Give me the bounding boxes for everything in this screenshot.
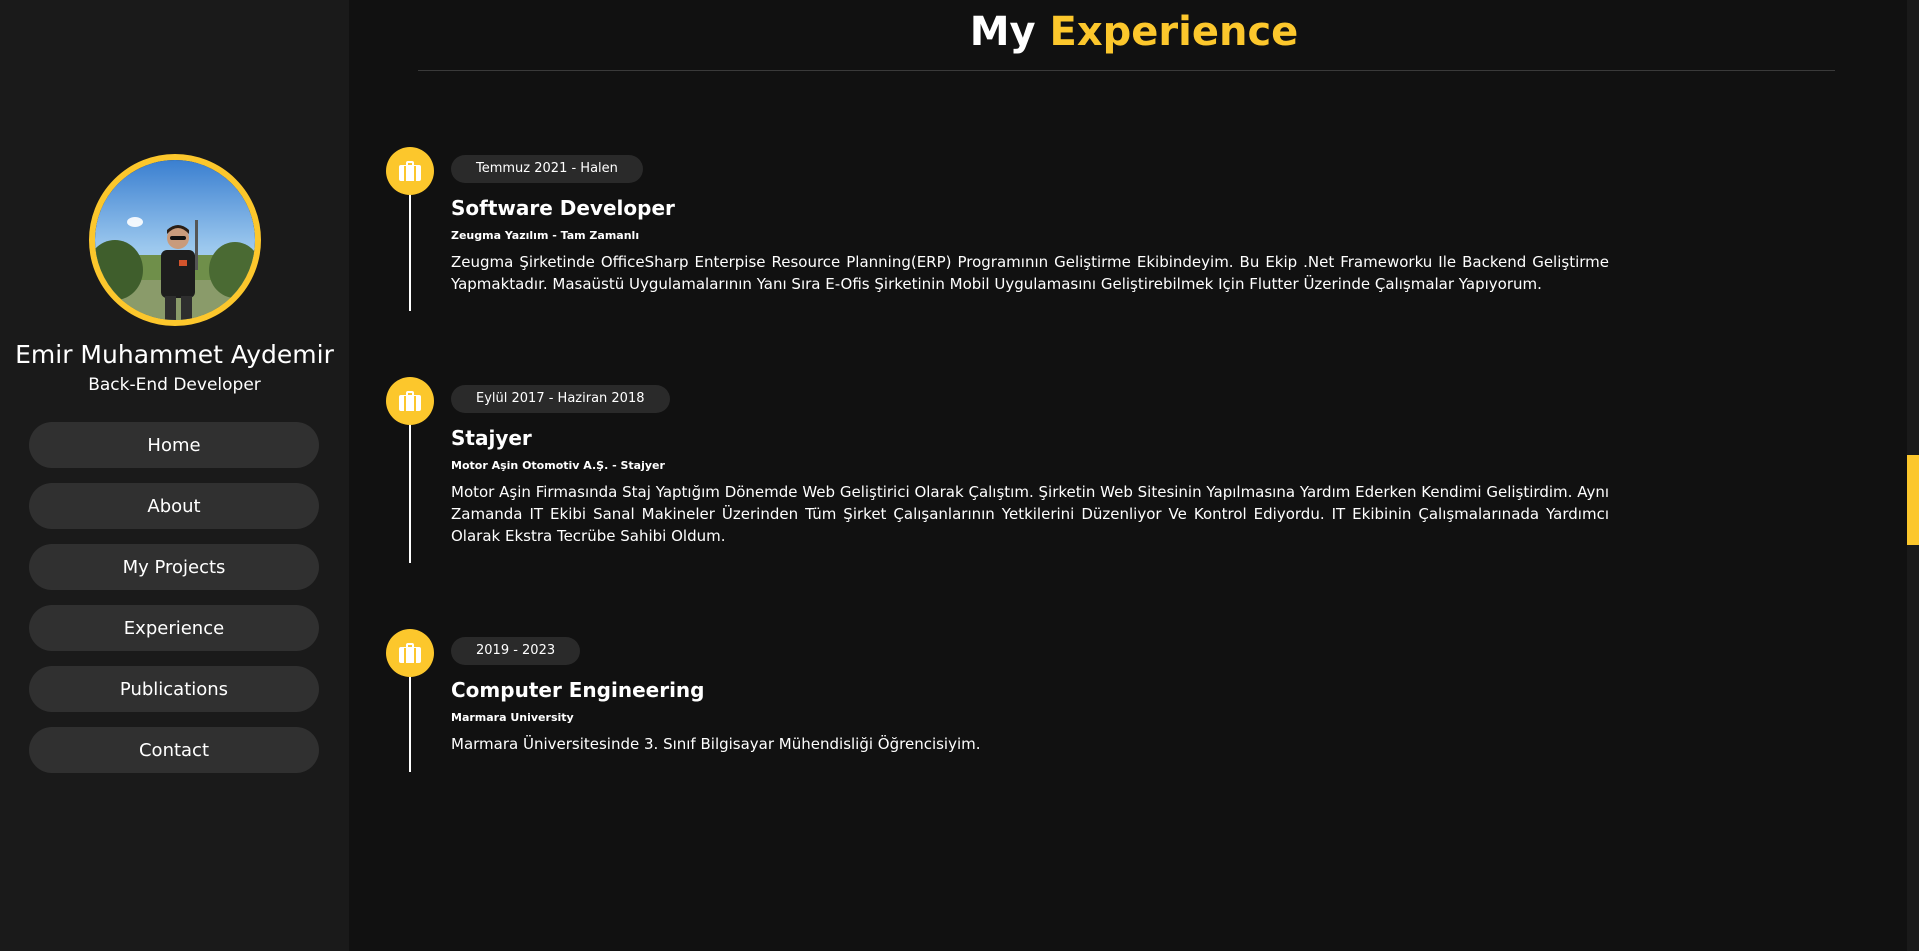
title-divider xyxy=(418,70,1835,71)
nav-item-contact[interactable]: Contact xyxy=(29,727,319,773)
avatar xyxy=(89,154,261,326)
experience-title: Software Developer xyxy=(451,196,675,220)
experience-company: Motor Aşin Otomotiv A.Ş. - Stajyer xyxy=(451,459,665,472)
profile-role: Back-End Developer xyxy=(88,375,261,395)
experience-item: Eylül 2017 - Haziran 2018 Stajyer Motor … xyxy=(349,377,1919,567)
experience-company: Zeugma Yazılım - Tam Zamanlı xyxy=(451,229,640,242)
profile-photo-icon xyxy=(95,160,255,320)
nav-item-home[interactable]: Home xyxy=(29,422,319,468)
scrollbar-thumb[interactable] xyxy=(1907,455,1919,545)
experience-item: 2019 - 2023 Computer Engineering Marmara… xyxy=(349,629,1919,774)
experience-description: Marmara Üniversitesinde 3. Sınıf Bilgisa… xyxy=(451,735,981,753)
timeline-line xyxy=(409,669,411,772)
experience-date: 2019 - 2023 xyxy=(451,637,581,665)
main-nav: Home About My Projects Experience Public… xyxy=(29,422,319,788)
experience-company: Marmara University xyxy=(451,711,574,724)
page-title-prefix: My xyxy=(969,9,1036,55)
experience-title: Stajyer xyxy=(451,426,532,450)
nav-item-about[interactable]: About xyxy=(29,483,319,529)
experience-date: Eylül 2017 - Haziran 2018 xyxy=(451,385,670,413)
profile-name: Emir Muhammet Aydemir xyxy=(15,340,334,369)
page-title: My Experience xyxy=(349,6,1919,58)
experience-date: Temmuz 2021 - Halen xyxy=(451,155,643,183)
experience-description: Motor Aşin Firmasında Staj Yaptığım Döne… xyxy=(451,483,1609,545)
briefcase-icon xyxy=(386,377,434,425)
scrollbar[interactable] xyxy=(1907,0,1919,951)
timeline-line xyxy=(409,187,411,311)
briefcase-icon xyxy=(386,147,434,195)
sidebar: Emir Muhammet Aydemir Back-End Developer… xyxy=(0,0,349,951)
experience-title: Computer Engineering xyxy=(451,678,705,702)
main-content: My Experience Temmuz 2021 - Halen Softwa… xyxy=(349,0,1919,951)
timeline-line xyxy=(409,417,411,563)
nav-item-my-projects[interactable]: My Projects xyxy=(29,544,319,590)
experience-description: Zeugma Şirketinde OfficeSharp Enterpise … xyxy=(451,253,1609,293)
nav-item-publications[interactable]: Publications xyxy=(29,666,319,712)
nav-item-experience[interactable]: Experience xyxy=(29,605,319,651)
experience-item: Temmuz 2021 - Halen Software Developer Z… xyxy=(349,147,1919,317)
briefcase-icon xyxy=(386,629,434,677)
page-title-accent: Experience xyxy=(1049,9,1299,55)
